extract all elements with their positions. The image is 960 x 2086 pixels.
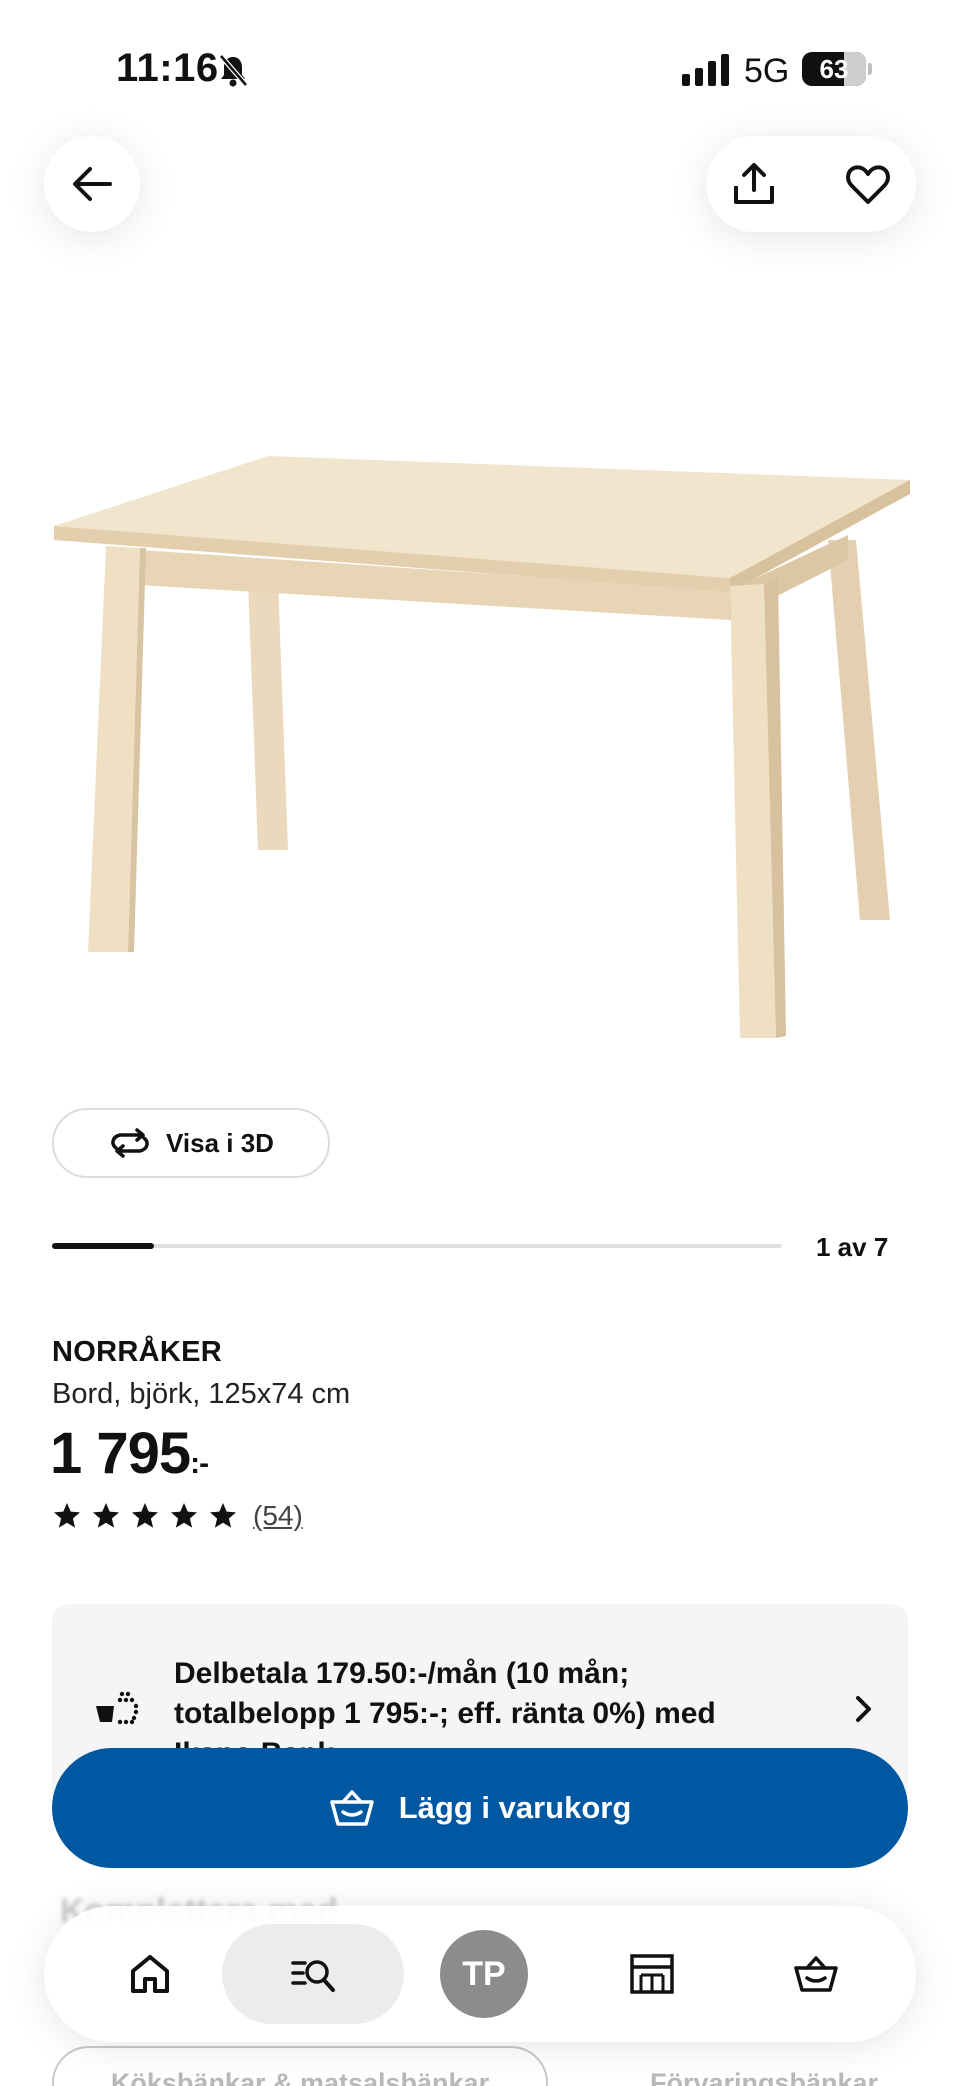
product-rating[interactable]: (54) (52, 1500, 303, 1532)
store-icon (630, 1954, 674, 1994)
nav-cart[interactable] (766, 1924, 866, 2024)
heart-icon[interactable] (844, 160, 892, 208)
nav-search[interactable] (222, 1924, 404, 2024)
related-chip-kitchen-benches[interactable]: Köksbänkar & matsalsbänkar (52, 2046, 548, 2086)
home-icon (131, 1955, 169, 1993)
product-price: 1 795:- (50, 1420, 209, 1487)
nav-home[interactable] (100, 1924, 200, 2024)
network-label: 5G (744, 52, 790, 90)
gallery-progress (52, 1243, 782, 1249)
view-3d-button[interactable]: Visa i 3D (52, 1108, 330, 1178)
product-actions (706, 136, 916, 232)
price-value: 1 795 (50, 1421, 191, 1486)
bottom-nav: TP (44, 1906, 916, 2042)
status-time: 11:16 (116, 46, 219, 90)
star-icon (171, 1503, 197, 1528)
shopping-basket-icon (794, 1956, 838, 1992)
chevron-right-icon (856, 1696, 871, 1722)
star-icon (93, 1503, 119, 1528)
rotate-3d-icon (111, 1128, 149, 1158)
product-name: NORRÅKER (52, 1336, 222, 1368)
product-description: Bord, björk, 125x74 cm (52, 1378, 351, 1410)
gallery-counter: 1 av 7 (816, 1232, 889, 1262)
star-icon (54, 1503, 80, 1528)
avatar: TP (440, 1930, 528, 2018)
arrow-left-icon (73, 167, 112, 201)
view-3d-label: Visa i 3D (166, 1127, 274, 1158)
battery-tip (868, 63, 872, 75)
price-suffix: :- (190, 1447, 209, 1480)
star-icon (132, 1503, 158, 1528)
back-button[interactable] (44, 136, 140, 232)
signal-icon (682, 54, 729, 86)
basket-dots-icon (96, 1691, 139, 1725)
share-icon[interactable] (730, 160, 778, 208)
review-count[interactable]: (54) (253, 1500, 303, 1532)
battery-level: 63 (819, 54, 849, 84)
add-to-cart-button[interactable]: Lägg i varukorg (52, 1748, 908, 1868)
status-bar: 11:16 5G 63 (0, 0, 960, 140)
related-chip-storage-benches[interactable]: Förvaringsbänkar (614, 2046, 914, 2086)
nav-profile[interactable]: TP (434, 1924, 534, 2024)
search-list-icon (291, 1960, 335, 1992)
product-image[interactable] (40, 440, 920, 1050)
add-to-cart-label: Lägg i varukorg (398, 1790, 632, 1825)
nav-store[interactable] (602, 1924, 702, 2024)
star-icon (210, 1503, 236, 1528)
gallery-progress-fill (52, 1243, 155, 1249)
shopping-basket-icon (329, 1790, 374, 1826)
battery-icon: 63 (802, 52, 866, 86)
bell-slash-icon (219, 54, 248, 87)
rating-stars (52, 1501, 247, 1531)
